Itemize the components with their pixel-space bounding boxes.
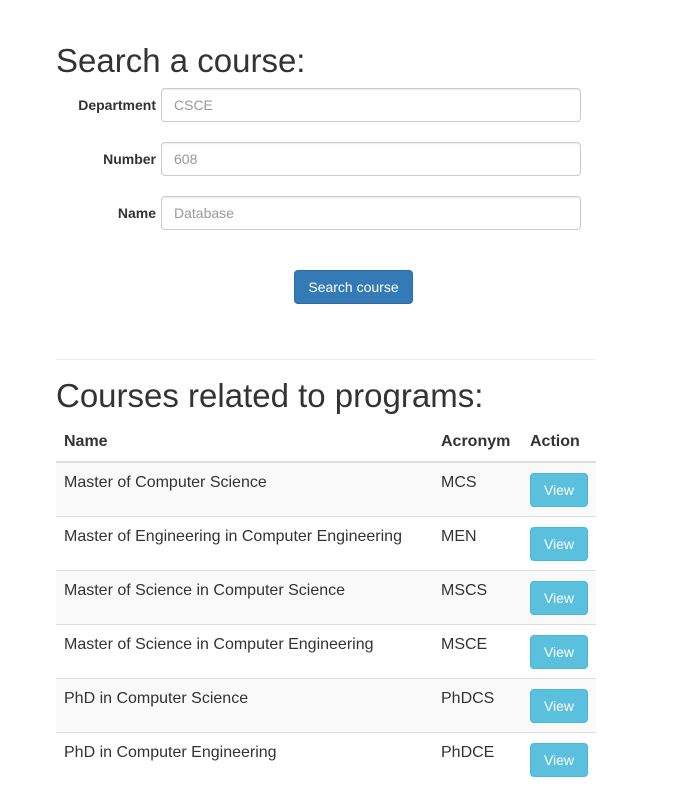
program-acronym: MCS [433,461,522,517]
department-row: Department [56,88,596,122]
table-header-row: Name Acronym Action [56,422,596,463]
search-course-button[interactable]: Search course [294,270,413,304]
divider [56,359,596,360]
action-cell: View [522,732,596,786]
program-acronym: PhDCE [433,732,522,786]
department-label: Department [78,97,156,113]
view-button[interactable]: View [530,581,588,615]
program-name: Master of Science in Computer Engineerin… [56,624,433,679]
program-acronym: MEN [433,516,522,571]
view-button[interactable]: View [530,473,588,507]
action-cell: View [522,624,596,679]
program-name: Master of Computer Science [56,461,433,517]
column-header-acronym: Acronym [433,422,522,463]
view-button[interactable]: View [530,743,588,777]
table-row: Master of Computer Science MCS View [56,461,596,517]
action-cell: View [522,461,596,517]
table-row: Master of Science in Computer Engineerin… [56,624,596,679]
table-row: PhD in Computer Engineering PhDCE View [56,732,596,786]
program-acronym: MSCS [433,570,522,625]
action-cell: View [522,678,596,733]
number-row: Number [56,142,596,176]
column-header-action: Action [522,422,596,463]
name-input[interactable] [161,196,581,230]
program-acronym: MSCE [433,624,522,679]
table-row: PhD in Computer Science PhDCS View [56,678,596,733]
programs-title: Courses related to programs: [56,377,484,414]
table-row: Master of Science in Computer Science MS… [56,570,596,625]
program-name: PhD in Computer Science [56,678,433,733]
program-name: Master of Science in Computer Science [56,570,433,625]
table-row: Master of Engineering in Computer Engine… [56,516,596,571]
view-button[interactable]: View [530,689,588,723]
name-label: Name [117,205,156,221]
action-cell: View [522,516,596,571]
page: Search a course: Department Number Name … [0,0,675,804]
number-label: Number [103,151,156,167]
action-cell: View [522,570,596,625]
program-name: PhD in Computer Engineering [56,732,433,786]
program-name: Master of Engineering in Computer Engine… [56,516,433,571]
department-input[interactable] [161,88,581,122]
programs-table: Name Acronym Action Master of Computer S… [56,422,596,786]
search-title: Search a course: [56,42,306,79]
name-row: Name [56,196,596,230]
view-button[interactable]: View [530,635,588,669]
program-acronym: PhDCS [433,678,522,733]
column-header-name: Name [56,422,433,463]
view-button[interactable]: View [530,527,588,561]
number-input[interactable] [161,142,581,176]
